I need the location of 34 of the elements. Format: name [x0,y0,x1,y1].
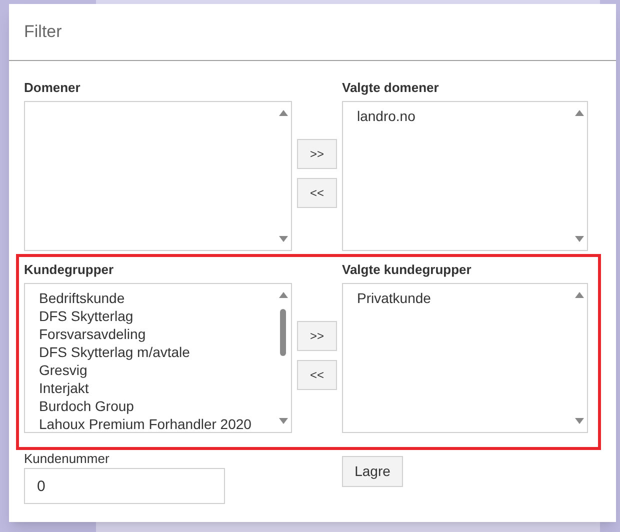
scroll-up-icon[interactable] [278,292,288,298]
scroll-up-icon[interactable] [574,110,584,116]
scroll-down-icon[interactable] [574,236,584,242]
scroll-thumb[interactable] [280,309,286,356]
field-label: Kundenummer [24,450,110,468]
field-label: Valgte kundegrupper [342,261,472,279]
move-button[interactable]: << [297,178,337,208]
save-button[interactable]: Lagre [342,456,403,487]
scroll-down-icon[interactable] [278,418,288,424]
scroll-up-icon[interactable] [278,110,288,116]
move-button[interactable]: >> [297,139,337,169]
list-item[interactable]: Interjakt [39,379,271,397]
field-label: Domener [24,79,82,97]
scroll-down-icon[interactable] [574,418,584,424]
list-box[interactable]: landro.no [342,101,588,251]
scroll-down-icon[interactable] [278,236,288,242]
list-item[interactable]: Bedriftskunde [39,289,271,307]
list-box[interactable]: Privatkunde [342,283,588,433]
list-item[interactable]: DFS Skytterlag m/avtale [39,343,271,361]
move-button[interactable]: << [297,360,337,390]
list-item[interactable]: Privatkunde [357,289,567,307]
field-label: Valgte domener [342,79,440,97]
scroll-up-icon[interactable] [574,292,584,298]
list-box[interactable]: Bedriftskunde DFS Skytterlag Forsvarsavdeling DFS Skytterlag m/avtale Gresvig Interjakt Burdoch Group Lahoux Premium Forhandler 2020 [24,283,292,433]
list-item[interactable]: landro.no [357,107,567,125]
input-field[interactable]: 0 [24,468,225,504]
list-item[interactable]: Burdoch Group [39,397,271,415]
list-item[interactable]: DFS Skytterlag [39,307,271,325]
field-label: Kundegrupper [24,261,115,279]
move-button[interactable]: >> [297,321,337,351]
list-item[interactable]: Gresvig [39,361,271,379]
dialog-title: Filter [24,21,62,44]
list-item[interactable]: Forsvarsavdeling [39,325,271,343]
list-item[interactable]: Lahoux Premium Forhandler 2020 [39,415,271,432]
